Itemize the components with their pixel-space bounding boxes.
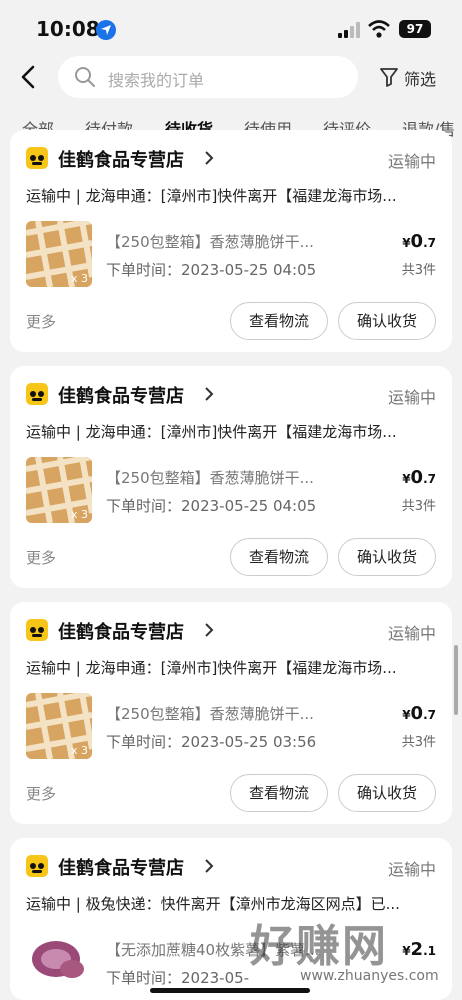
qty-badge: x 3 [70, 508, 88, 521]
price: ¥0.7 [402, 231, 436, 252]
store-logo-icon [26, 855, 48, 877]
qty-badge: x 7 [70, 980, 88, 993]
order-time: 下单时间：2023-05- [106, 969, 250, 987]
chevron-right-icon [205, 387, 214, 401]
product-title[interactable]: 【250包整箱】香葱薄脆饼干... [106, 467, 356, 488]
order-time: 下单时间：2023-05-25 04:05 [106, 497, 317, 515]
filter-label: 筛选 [404, 70, 437, 89]
logistics-info[interactable]: 运输中 | 龙海申通：[漳州市]快件离开【福建龙海市场... [26, 421, 436, 442]
scrollbar[interactable] [454, 645, 458, 715]
item-count: 共3件 [401, 499, 436, 514]
more-link[interactable]: 更多 [26, 311, 56, 332]
watermark-text: 好赚网 [250, 921, 388, 972]
back-icon[interactable] [18, 64, 40, 90]
order-card[interactable]: 佳鹤食品专营店 运输中 运输中 | 龙海申通：[漳州市]快件离开【福建龙海市场.… [10, 366, 452, 588]
order-status: 运输中 [387, 388, 436, 407]
filter-button[interactable]: 筛选 [380, 64, 450, 90]
search-placeholder: 搜索我的订单 [108, 71, 205, 90]
store-logo-icon [26, 147, 48, 169]
product-thumbnail[interactable]: x 3 [26, 693, 92, 759]
store-name[interactable]: 佳鹤食品专营店 [58, 618, 184, 644]
order-card[interactable]: 佳鹤食品专营店 运输中 运输中 | 龙海申通：[漳州市]快件离开【福建龙海市场.… [10, 602, 452, 824]
confirm-receipt-button[interactable]: 确认收货 [338, 774, 436, 812]
product-thumbnail[interactable]: x 3 [26, 221, 92, 287]
search-icon [75, 67, 95, 87]
home-indicator[interactable] [150, 988, 310, 993]
price: ¥0.7 [402, 703, 436, 724]
watermark-url: www.zhuanyes.com [300, 968, 439, 984]
order-time: 下单时间：2023-05-25 03:56 [106, 733, 317, 751]
status-bar: 10:08 97 [0, 0, 462, 56]
order-status: 运输中 [387, 860, 436, 879]
logistics-info[interactable]: 运输中 | 龙海申通：[漳州市]快件离开【福建龙海市场... [26, 185, 436, 206]
product-thumbnail[interactable]: x 3 [26, 457, 92, 523]
product-title[interactable]: 【250包整箱】香葱薄脆饼干... [106, 703, 356, 724]
confirm-receipt-button[interactable]: 确认收货 [338, 302, 436, 340]
product-title[interactable]: 【250包整箱】香葱薄脆饼干... [106, 231, 356, 252]
view-logistics-button[interactable]: 查看物流 [230, 774, 328, 812]
battery-icon: 97 [399, 20, 431, 38]
order-card[interactable]: 佳鹤食品专营店 运输中 运输中 | 龙海申通：[漳州市]快件离开【福建龙海市场.… [10, 130, 452, 352]
order-status: 运输中 [387, 624, 436, 643]
view-logistics-button[interactable]: 查看物流 [230, 302, 328, 340]
location-arrow-icon [96, 20, 116, 40]
more-link[interactable]: 更多 [26, 783, 56, 804]
qty-badge: x 3 [70, 744, 88, 757]
wifi-icon [368, 20, 390, 38]
store-logo-icon [26, 619, 48, 641]
confirm-receipt-button[interactable]: 确认收货 [338, 538, 436, 576]
order-status: 运输中 [387, 152, 436, 171]
item-count: 共3件 [401, 263, 436, 278]
cellular-signal-icon [338, 22, 360, 38]
chevron-right-icon [205, 151, 214, 165]
store-name[interactable]: 佳鹤食品专营店 [58, 146, 184, 172]
store-logo-icon [26, 383, 48, 405]
price: ¥0.7 [402, 467, 436, 488]
item-count: 共3件 [401, 735, 436, 750]
chevron-right-icon [205, 859, 214, 873]
more-link[interactable]: 更多 [26, 547, 56, 568]
chevron-right-icon [205, 623, 214, 637]
order-time: 下单时间：2023-05-25 04:05 [106, 261, 317, 279]
watermark: 好赚网 www.zhuanyes.com [250, 910, 460, 1000]
logistics-info[interactable]: 运输中 | 龙海申通：[漳州市]快件离开【福建龙海市场... [26, 657, 436, 678]
search-row: 搜索我的订单 筛选 [0, 56, 462, 100]
product-thumbnail[interactable]: x 7 [26, 929, 92, 995]
status-time: 10:08 [36, 17, 100, 41]
store-name[interactable]: 佳鹤食品专营店 [58, 854, 184, 880]
store-name[interactable]: 佳鹤食品专营店 [58, 382, 184, 408]
search-input[interactable]: 搜索我的订单 [58, 56, 358, 98]
filter-icon [380, 68, 398, 87]
qty-badge: x 3 [70, 272, 88, 285]
view-logistics-button[interactable]: 查看物流 [230, 538, 328, 576]
